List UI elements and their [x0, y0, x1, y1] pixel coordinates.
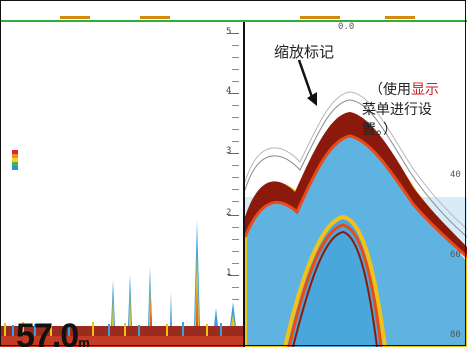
sonar-display: 5 4 3 2 1 57.0m 缩放标记 （使用显示 菜单进行设 置。） 0.0… — [0, 0, 467, 347]
scale-minor-tick — [232, 299, 239, 300]
note-open: （使用 — [369, 82, 411, 98]
scale-minor-tick — [232, 69, 239, 70]
scale-label-4: 4 — [226, 86, 232, 96]
scale-major-tick — [228, 215, 239, 216]
scale-label-5: 5 — [226, 27, 232, 37]
scale-major-tick — [228, 275, 239, 276]
depth-value: 57.0 — [16, 317, 79, 347]
note-line2: 菜单进行设 — [362, 102, 432, 118]
depth-readout: 57.0m — [16, 317, 90, 347]
scale-major-tick — [228, 153, 239, 154]
note-line3: 置。） — [362, 122, 397, 138]
scale-minor-tick — [232, 227, 239, 228]
scale-label-3: 3 — [226, 146, 232, 156]
scale-minor-tick — [232, 263, 239, 264]
right-scale-bottom: 80 — [450, 330, 461, 340]
echogram-graphic — [245, 59, 467, 347]
a-scope-graphic — [0, 150, 244, 347]
scale-minor-tick — [232, 201, 239, 202]
scale-minor-tick — [232, 57, 239, 58]
scale-major-tick — [228, 93, 239, 94]
scale-major-tick — [228, 33, 239, 34]
echo-spikes — [111, 220, 236, 326]
top-orange-marker — [140, 16, 170, 19]
scale-label-2: 2 — [226, 208, 232, 218]
scale-minor-tick — [232, 165, 239, 166]
right-scale-top: 0.0 — [338, 22, 355, 32]
depth-unit: m — [78, 335, 90, 347]
top-orange-marker — [385, 16, 415, 19]
right-scale-lower: 60 — [450, 250, 461, 260]
scale-minor-tick — [232, 81, 239, 82]
a-scope-panel: 5 4 3 2 1 57.0m — [0, 22, 244, 347]
zoom-echogram-panel — [245, 22, 467, 347]
note-line1: （使用显示 — [369, 79, 439, 99]
zoom-marker-arrow — [297, 59, 315, 101]
scale-minor-tick — [232, 251, 239, 252]
scale-minor-tick — [232, 105, 239, 106]
scale-minor-tick — [232, 177, 239, 178]
top-orange-marker — [60, 16, 90, 19]
scale-minor-tick — [232, 129, 239, 130]
scale-minor-tick — [232, 239, 239, 240]
top-orange-marker — [300, 16, 340, 19]
right-scale-mid: 40 — [450, 170, 461, 180]
scale-label-1: 1 — [226, 268, 232, 278]
scale-minor-tick — [232, 117, 239, 118]
scale-minor-tick — [232, 189, 239, 190]
scale-minor-tick — [232, 45, 239, 46]
scale-minor-tick — [232, 141, 239, 142]
note-highlight: 显示 — [411, 82, 439, 98]
scale-minor-tick — [232, 287, 239, 288]
zoom-marker-label: 缩放标记 — [274, 43, 335, 61]
